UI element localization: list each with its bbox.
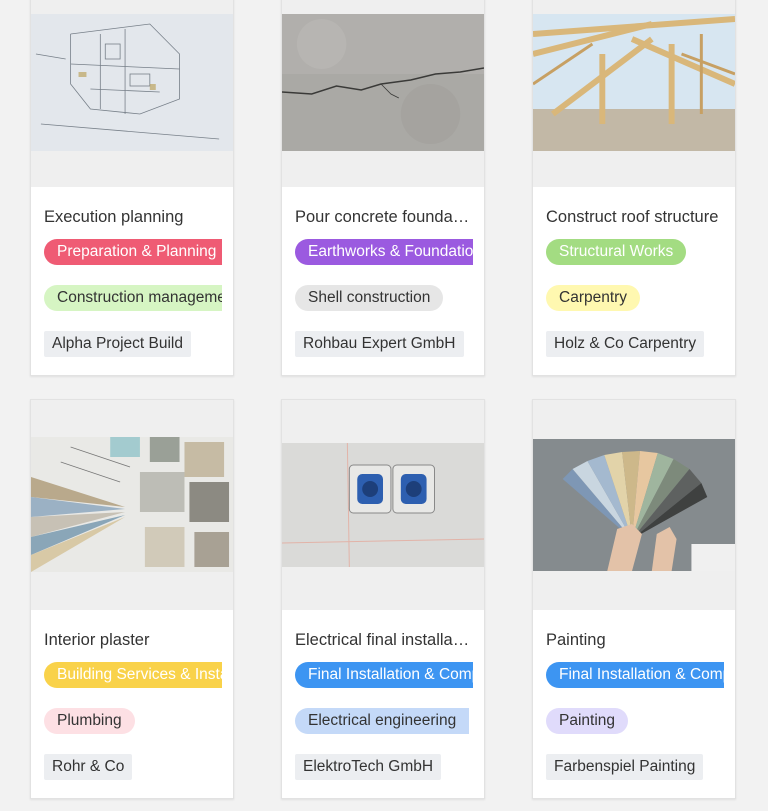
color-fan-image [533, 439, 735, 571]
blueprint-image [31, 14, 233, 151]
card-cover [533, 400, 735, 610]
card-cover [31, 400, 233, 610]
trade-tag: Carpentry [546, 285, 641, 311]
trade-tag: Construction management [44, 285, 222, 311]
card-cover [282, 400, 484, 610]
company-tag: Rohbau Expert GmbH [295, 331, 464, 357]
task-card[interactable]: Execution planning Preparation & Plannin… [30, 0, 234, 376]
phase-tag: Final Installation & Completion [546, 662, 724, 688]
card-cover [533, 0, 735, 187]
card-cover [31, 0, 233, 187]
phase-tag: Building Services & Installation [44, 662, 222, 688]
trade-tag: Electrical engineering [295, 708, 470, 734]
task-card[interactable]: Pour concrete foundation Earthworks & Fo… [281, 0, 485, 376]
task-card[interactable]: Painting Final Installation & Completion… [532, 399, 736, 799]
trade-tag: Plumbing [44, 708, 135, 734]
card-title: Painting [546, 631, 606, 649]
company-tag: Alpha Project Build [44, 331, 191, 357]
task-card[interactable]: Electrical final installation Final Inst… [281, 399, 485, 799]
trade-tag: Painting [546, 708, 629, 734]
card-title: Execution planning [44, 208, 184, 226]
phase-tag: Earthworks & Foundation [295, 239, 473, 265]
company-tag: Rohr & Co [44, 754, 133, 780]
company-tag: Farbenspiel Painting [546, 754, 704, 780]
wall-sockets-image [282, 443, 484, 567]
phase-tag: Preparation & Planning [44, 239, 222, 265]
phase-tag: Structural Works [546, 239, 687, 265]
company-tag: ElektroTech GmbH [295, 754, 442, 780]
material-samples-image [31, 437, 233, 572]
card-title: Pour concrete foundation [295, 208, 473, 226]
card-title: Interior plaster [44, 631, 150, 649]
card-title: Electrical final installation [295, 631, 473, 649]
roof-beams-image [533, 14, 735, 151]
phase-tag: Final Installation & Completion [295, 662, 473, 688]
task-card[interactable]: Interior plaster Building Services & Ins… [30, 399, 234, 799]
card-cover [282, 0, 484, 187]
company-tag: Holz & Co Carpentry [546, 331, 705, 357]
task-card[interactable]: Construct roof structure Structural Work… [532, 0, 736, 376]
trade-tag: Shell construction [295, 285, 444, 311]
cracked-concrete-image [282, 14, 484, 151]
card-title: Construct roof structure [546, 208, 719, 226]
